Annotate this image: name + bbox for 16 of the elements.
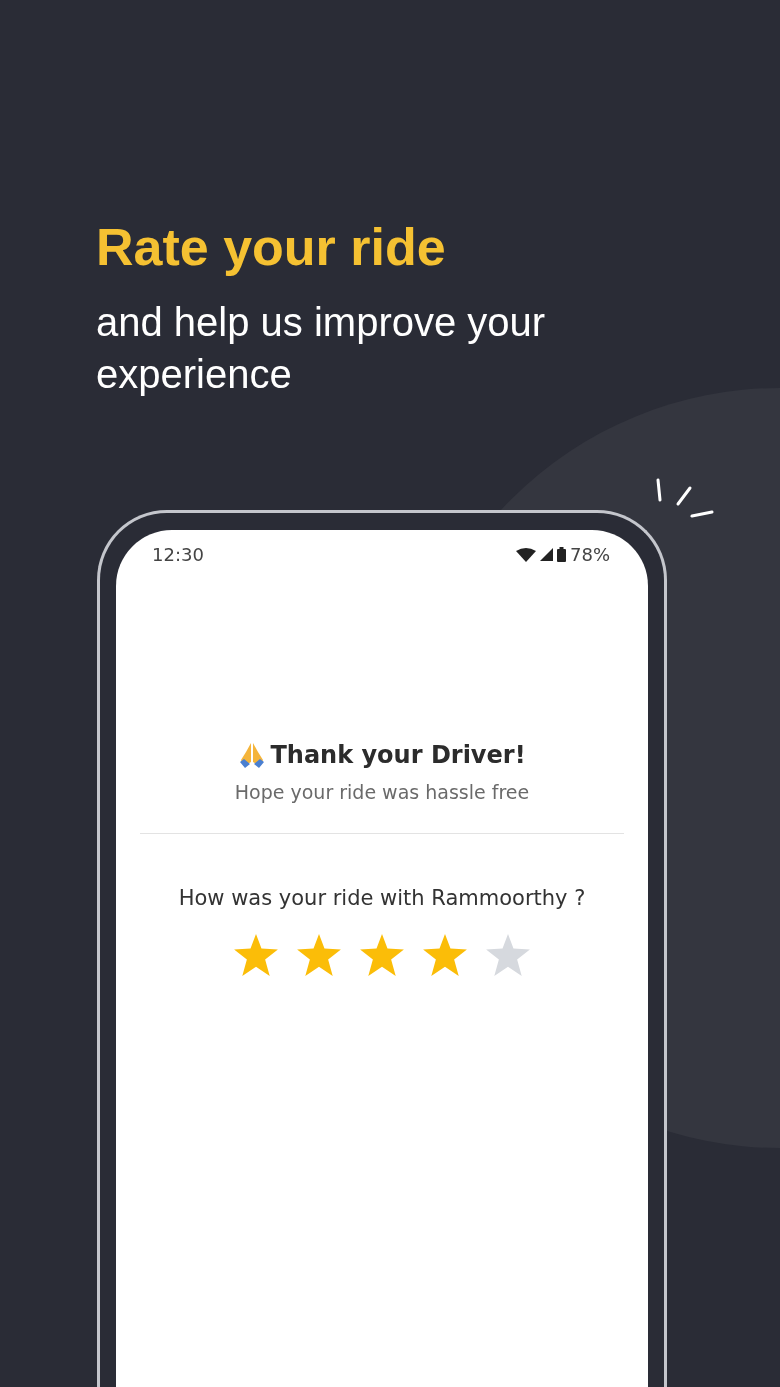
star-icon[interactable]: [360, 934, 404, 976]
star-icon[interactable]: [423, 934, 467, 976]
battery-percent: 78%: [570, 544, 610, 565]
thank-driver-subtitle: Hope your ride was hassle free: [234, 781, 530, 803]
subheadline: and help us improve your experience: [96, 299, 547, 398]
battery-icon: [557, 547, 566, 562]
thank-driver-title: Thank your Driver!: [270, 741, 526, 769]
signal-icon: [540, 548, 553, 561]
star-icon[interactable]: [486, 934, 530, 976]
status-time: 12:30: [152, 544, 204, 565]
rating-question: How was your ride with Rammoorthy ?: [178, 886, 586, 910]
wifi-icon: [516, 547, 536, 562]
star-icon[interactable]: [297, 934, 341, 976]
praying-hands-icon: [238, 742, 267, 768]
star-icon[interactable]: [234, 934, 278, 976]
headline: Rate your ride: [96, 217, 447, 278]
